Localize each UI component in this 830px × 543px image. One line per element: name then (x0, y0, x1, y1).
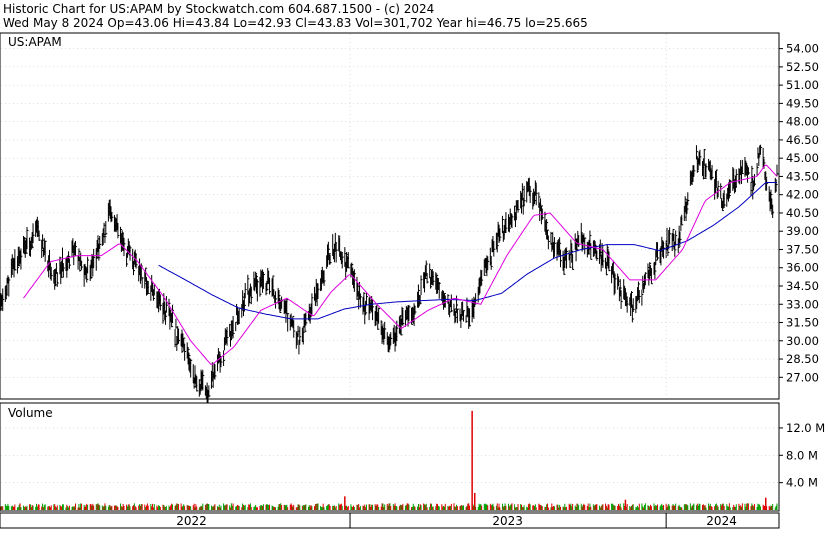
price-tick-label: 39.00 (786, 224, 819, 238)
price-tick-label: 37.50 (786, 242, 819, 256)
stock-chart: Historic Chart for US:APAM by Stockwatch… (0, 2, 825, 529)
symbol-label: US:APAM (8, 35, 62, 49)
volume-panel-frame (0, 402, 780, 512)
price-panel: 54.00 52.50 51.00 49.50 48.00 46.50 45.00 43.50… (0, 32, 819, 403)
year-label: 2023 (492, 514, 523, 528)
volume-tick-label: 8.0 M (786, 448, 818, 462)
year-label: 2022 (176, 514, 207, 528)
price-tick-label: 45.00 (786, 151, 819, 165)
price-tick-label: 30.00 (786, 334, 819, 348)
volume-tick-label: 4.0 M (786, 476, 818, 490)
price-tick-label: 33.00 (786, 297, 819, 311)
volume-label: Volume (8, 406, 53, 420)
price-tick-label: 27.00 (786, 370, 819, 384)
header-line2: Wed May 8 2024 Op=43.06 Hi=43.84 Lo=42.9… (3, 16, 588, 30)
price-tick-label: 46.50 (786, 133, 819, 147)
volume-panel: 12.0 M 8.0 M 4.0 M Volume (0, 402, 825, 512)
year-axis-frame (0, 512, 780, 529)
price-tick-label: 36.00 (786, 261, 819, 275)
price-tick-label: 51.00 (786, 78, 819, 92)
price-tick-label: 48.00 (786, 115, 819, 129)
price-tick-label: 31.50 (786, 316, 819, 330)
volume-tick-label: 12.0 M (786, 421, 825, 435)
price-tick-label: 52.50 (786, 60, 819, 74)
price-tick-label: 54.00 (786, 42, 819, 56)
price-axis: 54.00 52.50 51.00 49.50 48.00 46.50 45.00 43.50… (779, 42, 819, 384)
price-tick-label: 28.50 (786, 352, 819, 366)
price-tick-label: 40.50 (786, 206, 819, 220)
year-label: 2024 (706, 514, 737, 528)
price-tick-label: 34.50 (786, 279, 819, 293)
volume-axis: 12.0 M 8.0 M 4.0 M (779, 421, 825, 490)
header-line1: Historic Chart for US:APAM by Stockwatch… (3, 2, 434, 16)
price-tick-label: 49.50 (786, 96, 819, 110)
price-tick-label: 43.50 (786, 169, 819, 183)
price-tick-label: 42.00 (786, 188, 819, 202)
chart-header: Historic Chart for US:APAM by Stockwatch… (3, 2, 588, 30)
